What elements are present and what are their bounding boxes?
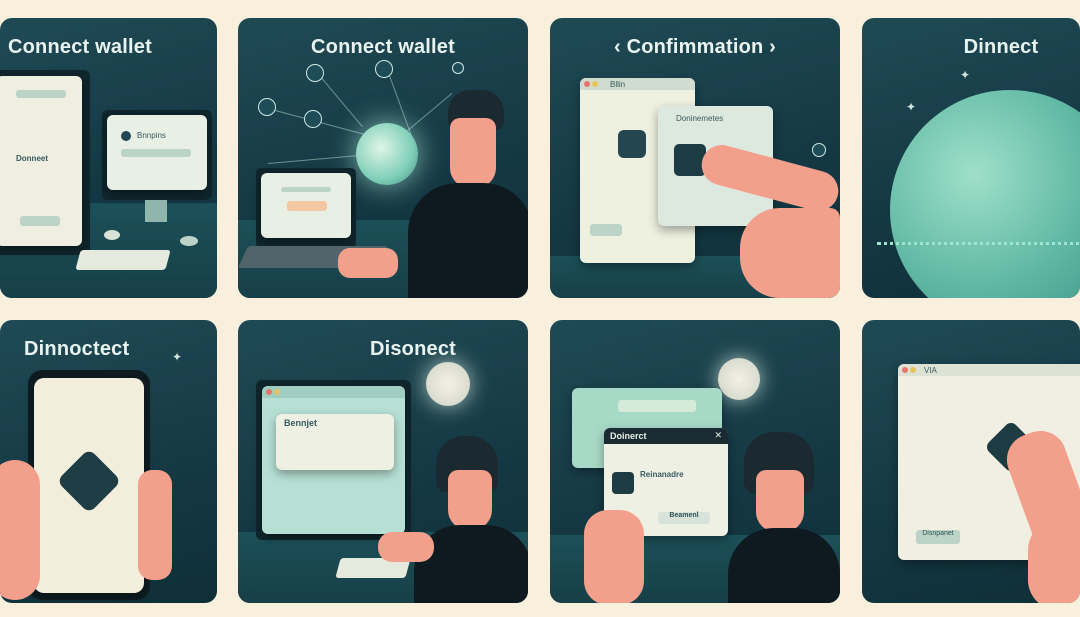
close-dot-icon[interactable] — [584, 81, 590, 87]
hand-left — [0, 460, 40, 600]
person-body — [408, 183, 528, 298]
laptop-screen — [261, 173, 351, 238]
disconnect-button[interactable]: Beamenl — [658, 512, 710, 524]
minimize-dot-icon[interactable] — [274, 389, 280, 395]
planet-icon — [890, 90, 1080, 298]
network-node-icon — [304, 110, 322, 128]
close-dot-icon[interactable] — [902, 367, 908, 373]
phone-screen — [34, 378, 144, 593]
monitor-screen: Donneet — [0, 76, 82, 246]
dialog-header: Doinerct ✕ — [604, 428, 728, 444]
laptop — [256, 168, 356, 248]
wallet-logo-icon[interactable] — [56, 448, 122, 514]
dialog-label: Reinanadre — [640, 470, 684, 479]
hand-icon — [584, 510, 644, 603]
panel-connect-wallet-2: Connect wallet — [238, 18, 528, 298]
panel-confirmation: ‹ Confimmation › Bllin Doninemetes — [550, 18, 840, 298]
mouse-2 — [180, 236, 198, 246]
person-head — [756, 470, 804, 532]
panel-dinnoctect: Dinnoctect ✦ — [0, 320, 217, 603]
keyboard — [75, 250, 171, 270]
window-bar — [580, 78, 695, 90]
sparkle-icon: ✦ — [960, 68, 971, 82]
panel-connect-wallet-1: Connect wallet Donneet Bnnpins — [0, 18, 217, 298]
hand-right-fingers — [138, 470, 172, 580]
screen-bar — [16, 90, 66, 98]
minimize-dot-icon[interactable] — [910, 367, 916, 373]
network-node-icon — [812, 143, 826, 157]
monitor-screen: Bennjet — [262, 386, 405, 534]
input-bar[interactable] — [121, 149, 191, 157]
window-label: Bllin — [610, 80, 626, 89]
person-body — [728, 528, 840, 603]
person-head — [450, 118, 496, 188]
monitor-stand — [145, 200, 167, 222]
network-node-icon — [258, 98, 276, 116]
laptop-bar — [281, 187, 331, 192]
sparkle-icon: ✦ — [906, 100, 917, 114]
network-node-icon — [306, 64, 324, 82]
panel-disconnect-dialog: Doinerct ✕ Reinanadre Beamenl — [550, 320, 840, 603]
hand-lower — [1028, 520, 1080, 603]
panel-title: Dinnoctect — [24, 338, 130, 360]
panel-disonect: Disonect Bennjet — [238, 320, 528, 603]
wallet-logo-icon — [618, 130, 646, 158]
window-bar: VIA — [898, 364, 1080, 376]
ok-button[interactable] — [590, 224, 622, 236]
monitor: Bennjet — [256, 380, 411, 540]
sparkle-icon: ✦ — [172, 350, 183, 364]
monitor-small-screen: Bnnpins — [107, 115, 207, 190]
coin-icon — [718, 358, 760, 400]
panel-title: Dinnect — [963, 36, 1039, 58]
close-dot-icon[interactable] — [266, 389, 272, 395]
person-hand — [338, 248, 398, 278]
laptop-button[interactable] — [287, 201, 327, 211]
mouse — [104, 230, 120, 240]
status-bar — [618, 400, 696, 412]
network-node-icon — [452, 62, 464, 74]
disconnect-button[interactable]: Disnpanet — [916, 530, 960, 544]
window-label: VIA — [924, 366, 937, 375]
globe-icon — [356, 123, 418, 185]
screen-button[interactable] — [20, 216, 60, 226]
phone — [28, 370, 150, 600]
panel-title: Connect wallet — [8, 36, 152, 58]
window-label: Bnnpins — [137, 131, 166, 140]
person-hand — [378, 532, 434, 562]
panel-title: Connect wallet — [311, 36, 455, 58]
monitor-small: Bnnpins — [102, 110, 212, 200]
window-bar — [262, 386, 405, 398]
network-node-icon — [375, 60, 393, 78]
dotted-horizon — [877, 242, 1080, 248]
screen-text: Donneet — [16, 154, 48, 163]
coin-icon — [426, 362, 470, 406]
minimize-dot-icon[interactable] — [592, 81, 598, 87]
network-line — [317, 73, 363, 128]
window-label: Bennjet — [284, 418, 318, 428]
panel-title: ‹ Confimmation › — [613, 36, 777, 58]
panel-disconnect-window: VIA Disnpanet — [862, 320, 1080, 603]
hand-palm — [740, 208, 840, 298]
panel-title: Disonect — [369, 338, 457, 360]
dialog-title: Doinerct — [610, 431, 647, 441]
close-icon[interactable]: ✕ — [714, 430, 722, 441]
app-icon — [121, 131, 131, 141]
message-card: Bennjet — [276, 414, 394, 470]
popup-label: Doninemetes — [676, 114, 724, 123]
monitor-large: Donneet — [0, 70, 90, 255]
app-icon — [612, 472, 634, 494]
person-head — [448, 470, 492, 530]
panel-dinnect: Dinnect ✦ ✦ — [862, 18, 1080, 298]
